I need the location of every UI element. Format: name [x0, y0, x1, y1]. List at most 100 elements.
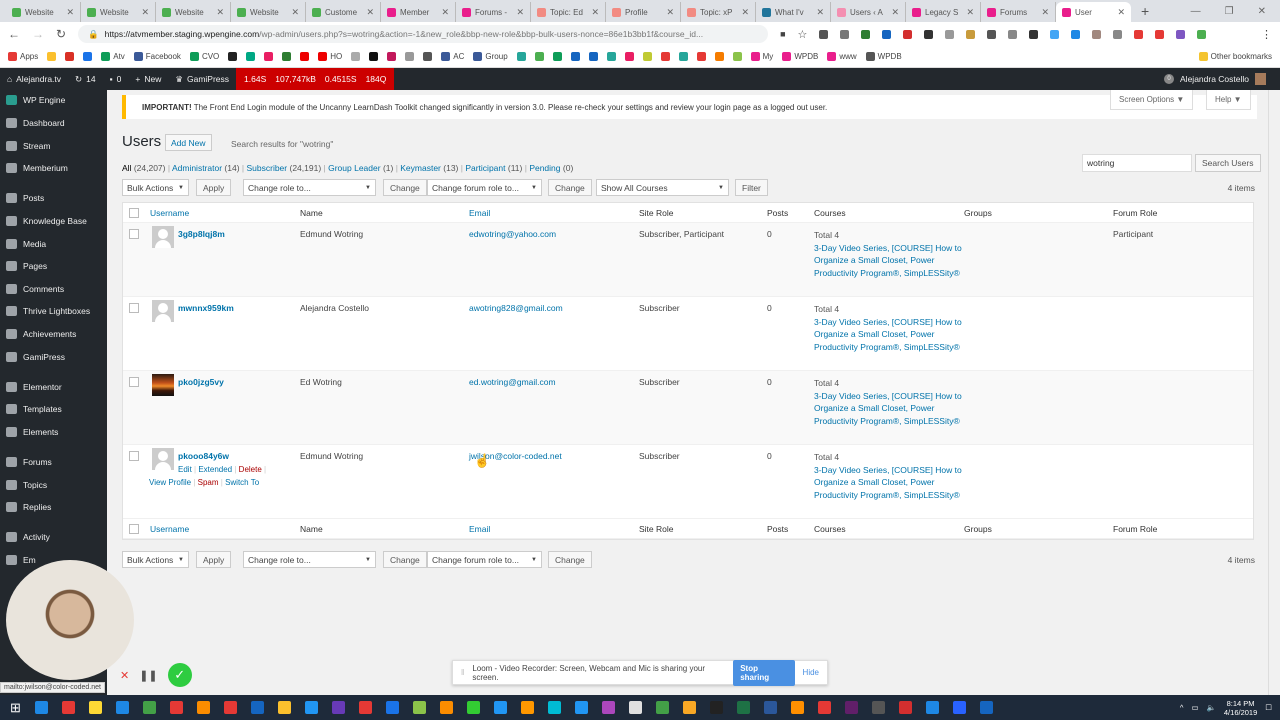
- new-tab-icon[interactable]: +: [1131, 3, 1159, 19]
- screen-options-button[interactable]: Screen Options ▼: [1110, 90, 1194, 110]
- bookmark[interactable]: Atv: [101, 52, 125, 61]
- taskbar-app-icon[interactable]: [601, 701, 615, 714]
- browser-tab[interactable]: Forums ✕: [981, 2, 1056, 22]
- close-tab-icon[interactable]: ✕: [141, 7, 149, 18]
- sidebar-item-memberium[interactable]: Memberium: [0, 158, 107, 178]
- apply-button-bottom[interactable]: Apply: [196, 551, 232, 568]
- taskbar-app-icon[interactable]: [196, 701, 210, 714]
- change-role-button[interactable]: Change: [383, 179, 427, 196]
- taskbar-app-icon[interactable]: [223, 701, 237, 714]
- bookmark[interactable]: [369, 52, 379, 61]
- bookmark[interactable]: [516, 52, 526, 61]
- my-account[interactable]: 0 Alejandra Costello: [1164, 68, 1266, 90]
- extension-icon[interactable]: [924, 29, 934, 39]
- extension-icon[interactable]: [966, 29, 976, 39]
- bookmark[interactable]: Apps: [8, 52, 38, 61]
- sidebar-item-dashboard[interactable]: Dashboard: [0, 113, 107, 133]
- browser-tab[interactable]: Custome ✕: [306, 2, 381, 22]
- bookmark[interactable]: CVO: [189, 52, 219, 61]
- new-link[interactable]: + New: [128, 68, 168, 90]
- help-button[interactable]: Help ▼: [1206, 90, 1251, 110]
- windows-start-icon[interactable]: ⊞: [10, 700, 21, 716]
- courses-list[interactable]: 3-Day Video Series, [COURSE] How to Orga…: [814, 390, 964, 428]
- close-tab-icon[interactable]: ✕: [741, 7, 749, 18]
- taskbar-app-icon[interactable]: [682, 701, 696, 714]
- browser-tab[interactable]: User ✕: [1056, 2, 1131, 22]
- bookmark[interactable]: Facebook: [133, 52, 181, 61]
- bookmark[interactable]: [678, 52, 688, 61]
- sidebar-item-stream[interactable]: Stream: [0, 136, 107, 156]
- bookmark[interactable]: [264, 52, 274, 61]
- column-email[interactable]: Email: [469, 524, 639, 534]
- close-tab-icon[interactable]: ✕: [1117, 7, 1125, 18]
- extension-icon[interactable]: [840, 29, 850, 39]
- email-link[interactable]: jwilson@color-coded.net: [469, 451, 639, 518]
- url-input[interactable]: 🔒 https://atvmember.staging.wpengine.com /…: [78, 25, 769, 43]
- bookmark[interactable]: [588, 52, 598, 61]
- bookmark[interactable]: [228, 52, 238, 61]
- taskbar-app-icon[interactable]: [304, 701, 318, 714]
- bookmark[interactable]: [534, 52, 544, 61]
- taskbar-app-icon[interactable]: [493, 701, 507, 714]
- restore-icon[interactable]: ❐: [1225, 6, 1234, 17]
- star-icon[interactable]: ☆: [798, 28, 808, 41]
- close-tab-icon[interactable]: ✕: [216, 7, 224, 18]
- view-keymaster[interactable]: Keymaster: [400, 163, 441, 173]
- sidebar-item-knowledge-base[interactable]: Knowledge Base: [0, 211, 107, 231]
- close-tab-icon[interactable]: ✕: [666, 7, 674, 18]
- extension-icon[interactable]: [1176, 29, 1186, 39]
- camera-icon[interactable]: ■: [780, 29, 785, 39]
- extension-icon[interactable]: [861, 29, 871, 39]
- sidebar-item-comments[interactable]: Comments: [0, 279, 107, 299]
- browser-tab[interactable]: Users ‹ A ✕: [831, 2, 906, 22]
- extension-icon[interactable]: [882, 29, 892, 39]
- close-tab-icon[interactable]: ✕: [591, 7, 599, 18]
- finish-recording-icon[interactable]: ✓: [167, 663, 192, 687]
- query-monitor-stats[interactable]: 1.64S 107,747kB 0.4515S 184Q: [236, 68, 395, 90]
- view-participant[interactable]: Participant: [465, 163, 505, 173]
- sidebar-item-replies[interactable]: Replies: [0, 497, 107, 517]
- taskbar-app-icon[interactable]: [385, 701, 399, 714]
- close-tab-icon[interactable]: ✕: [441, 7, 449, 18]
- taskbar-app-icon[interactable]: [277, 701, 291, 714]
- sidebar-item-thrive-lightboxes[interactable]: Thrive Lightboxes: [0, 301, 107, 321]
- bookmark[interactable]: [552, 52, 562, 61]
- bookmark[interactable]: [83, 52, 93, 61]
- other-bookmarks[interactable]: Other bookmarks: [1198, 52, 1272, 61]
- sidebar-item-topics[interactable]: Topics: [0, 475, 107, 495]
- close-tab-icon[interactable]: ✕: [891, 7, 899, 18]
- sidebar-item-wp-engine[interactable]: WP Engine: [0, 90, 107, 110]
- close-tab-icon[interactable]: ✕: [816, 7, 824, 18]
- reload-icon[interactable]: ↻: [56, 27, 66, 41]
- clock[interactable]: 8:14 PM 4/16/2019: [1224, 699, 1257, 717]
- tray-chevron-icon[interactable]: ^: [1180, 703, 1184, 712]
- edit-link[interactable]: Edit: [149, 465, 192, 474]
- taskbar-app-icon[interactable]: [655, 701, 669, 714]
- browser-tab[interactable]: What I'v ✕: [756, 2, 831, 22]
- taskbar-app-icon[interactable]: [439, 701, 453, 714]
- site-link[interactable]: ⌂ Alejandra.tv: [0, 68, 68, 90]
- extension-icon[interactable]: [1155, 29, 1165, 39]
- close-window-icon[interactable]: ✕: [1258, 6, 1266, 17]
- close-tab-icon[interactable]: ✕: [966, 7, 974, 18]
- change-forum-role-select[interactable]: Change forum role to... ▼: [427, 179, 542, 196]
- course-filter-select[interactable]: Show All Courses ▼: [596, 179, 729, 196]
- row-checkbox[interactable]: [129, 303, 139, 313]
- extension-icon[interactable]: [1050, 29, 1060, 39]
- apply-button[interactable]: Apply: [196, 179, 232, 196]
- menu-icon[interactable]: ⋮: [1261, 28, 1272, 41]
- bookmark[interactable]: [300, 52, 310, 61]
- extension-icon[interactable]: [945, 29, 955, 39]
- browser-tab[interactable]: Website ✕: [81, 2, 156, 22]
- change-role-select-bottom[interactable]: Change role to... ▼: [243, 551, 376, 568]
- taskbar-app-icon[interactable]: [763, 701, 777, 714]
- taskbar-app-icon[interactable]: [142, 701, 156, 714]
- email-link[interactable]: awotring828@gmail.com: [469, 303, 639, 370]
- view-subscriber[interactable]: Subscriber: [246, 163, 287, 173]
- taskbar-app-icon[interactable]: [169, 701, 183, 714]
- select-all-checkbox[interactable]: [129, 523, 139, 534]
- browser-tab[interactable]: Website ✕: [156, 2, 231, 22]
- cancel-recording-icon[interactable]: ✕: [120, 669, 129, 682]
- sidebar-item-achievements[interactable]: Achievements: [0, 324, 107, 344]
- change-forum-role-select-bottom[interactable]: Change forum role to... ▼: [427, 551, 542, 568]
